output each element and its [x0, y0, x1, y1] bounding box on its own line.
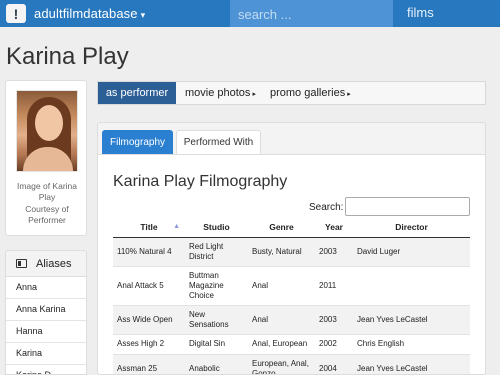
films-label: films [407, 5, 434, 20]
cell-studio[interactable]: New Sensations [185, 304, 248, 334]
subnav-label: promo galleries [270, 87, 346, 99]
cell-genre: Anal [248, 304, 315, 334]
caret-right-icon: ▸ [252, 91, 256, 98]
table-row: 110% Natural 4 Red Light District Busty,… [113, 236, 470, 266]
top-navbar: ! adultfilmdatabase ▾ search ... films [0, 0, 500, 27]
cell-title[interactable]: Anal Attack 5 [113, 265, 185, 305]
caption-line: Image of Karina [16, 181, 77, 191]
cell-director[interactable]: Jean Yves LeCastel [353, 304, 470, 334]
cell-genre: Anal [248, 265, 315, 305]
sort-ascending-icon: ▲ [173, 223, 180, 230]
cell-year: 2003 [315, 304, 353, 334]
alias-item[interactable]: Karina D [6, 365, 86, 374]
cell-director[interactable]: Chris English [353, 333, 470, 354]
search-placeholder: search ... [238, 7, 292, 22]
cell-year: 2004 [315, 353, 353, 374]
subnav-movie-photos[interactable]: movie photos ▸ [185, 82, 256, 104]
cell-director[interactable]: Jean Yves LeCastel [353, 353, 470, 374]
id-card-icon [16, 259, 27, 268]
cell-studio[interactable]: Red Light District [185, 236, 248, 266]
photo-caption: Image of Karina Play Courtesy of Perform… [10, 181, 84, 226]
aliases-header: Aliases [6, 251, 86, 277]
table-row: Assman 25 Anabolic European, Anal, Gonzo… [113, 353, 470, 374]
alias-item[interactable]: Anna [6, 277, 86, 299]
cell-genre: European, Anal, Gonzo [248, 353, 315, 374]
cell-genre: Anal, European [248, 333, 315, 354]
table-search-input[interactable] [345, 197, 470, 216]
cell-year: 2003 [315, 236, 353, 266]
brand-menu[interactable]: adultfilmdatabase ▾ [34, 6, 145, 21]
column-header-genre[interactable]: Genre [248, 218, 315, 238]
photo-face-shape [35, 105, 63, 141]
column-header-director[interactable]: Director [353, 218, 470, 238]
column-header-label: Year [325, 222, 343, 233]
brand-label: adultfilmdatabase [34, 6, 138, 21]
alias-item[interactable]: Karina [6, 343, 86, 365]
cell-studio[interactable]: Anabolic [185, 353, 248, 374]
aliases-heading: Aliases [36, 257, 72, 270]
cell-director[interactable]: David Luger [353, 236, 470, 266]
cell-director[interactable] [353, 265, 470, 305]
aliases-panel: Aliases Anna Anna Karina Hanna Karina Ka… [5, 250, 87, 375]
table-row: Anal Attack 5 Buttman Magazine Choice An… [113, 265, 470, 305]
column-header-studio[interactable]: Studio [185, 218, 248, 238]
column-header-label: Director [395, 222, 428, 233]
search-input[interactable]: search ... [230, 0, 393, 27]
table-search-label: Search: [309, 202, 344, 213]
cell-studio[interactable]: Digital Sin [185, 333, 248, 354]
alias-item[interactable]: Hanna [6, 321, 86, 343]
performer-photo[interactable] [16, 90, 78, 172]
caption-line: Play [38, 192, 56, 203]
subnav-label: as performer [105, 87, 169, 99]
cell-title[interactable]: Ass Wide Open [113, 304, 185, 334]
column-header-year[interactable]: Year [315, 218, 353, 238]
caption-line: Performer [28, 214, 66, 225]
subnav-as-performer[interactable]: as performer [98, 82, 176, 104]
cell-year: 2002 [315, 333, 353, 354]
column-header-label: Studio [203, 222, 230, 233]
column-header-label: Title [140, 222, 158, 233]
tab-performed-with[interactable]: Performed With [176, 130, 261, 154]
table-row: Asses High 2 Digital Sin Anal, European … [113, 333, 470, 354]
cell-title[interactable]: Assman 25 [113, 353, 185, 374]
cell-title[interactable]: 110% Natural 4 [113, 236, 185, 266]
performer-subnav: as performer movie photos ▸ promo galleri… [97, 81, 486, 105]
column-header-label: Genre [269, 222, 294, 233]
column-header-title[interactable]: Title ▲ [113, 218, 185, 238]
cell-title[interactable]: Asses High 2 [113, 333, 185, 354]
portrait-card: Image of Karina Play Courtesy of Perform… [5, 80, 87, 236]
caret-right-icon: ▸ [347, 91, 351, 98]
films-menu[interactable]: films [395, 0, 500, 27]
cell-year: 2011 [315, 265, 353, 305]
caption-line: Courtesy of [25, 203, 69, 214]
filmography-table: Title ▲ Studio Genre Year Director 110% N… [113, 218, 470, 374]
tab-filmography[interactable]: Filmography [102, 130, 173, 154]
cell-studio[interactable]: Buttman Magazine Choice [185, 265, 248, 305]
subnav-label: movie photos [185, 87, 251, 99]
subnav-promo-galleries[interactable]: promo galleries ▸ [270, 82, 351, 104]
filmography-panel: Filmography Performed With Karina Play F… [97, 122, 486, 375]
table-row: Ass Wide Open New Sensations Anal 2003 J… [113, 304, 470, 334]
filmography-title: Karina Play Filmography [113, 173, 288, 190]
alias-item[interactable]: Anna Karina [6, 299, 86, 321]
logo-glyph: ! [13, 5, 19, 22]
cell-genre: Busty, Natural [248, 236, 315, 266]
page-title: Karina Play [6, 43, 129, 70]
tab-bar: Filmography Performed With [98, 123, 485, 155]
site-logo-icon[interactable]: ! [6, 4, 26, 23]
caret-down-icon: ▾ [140, 10, 146, 20]
